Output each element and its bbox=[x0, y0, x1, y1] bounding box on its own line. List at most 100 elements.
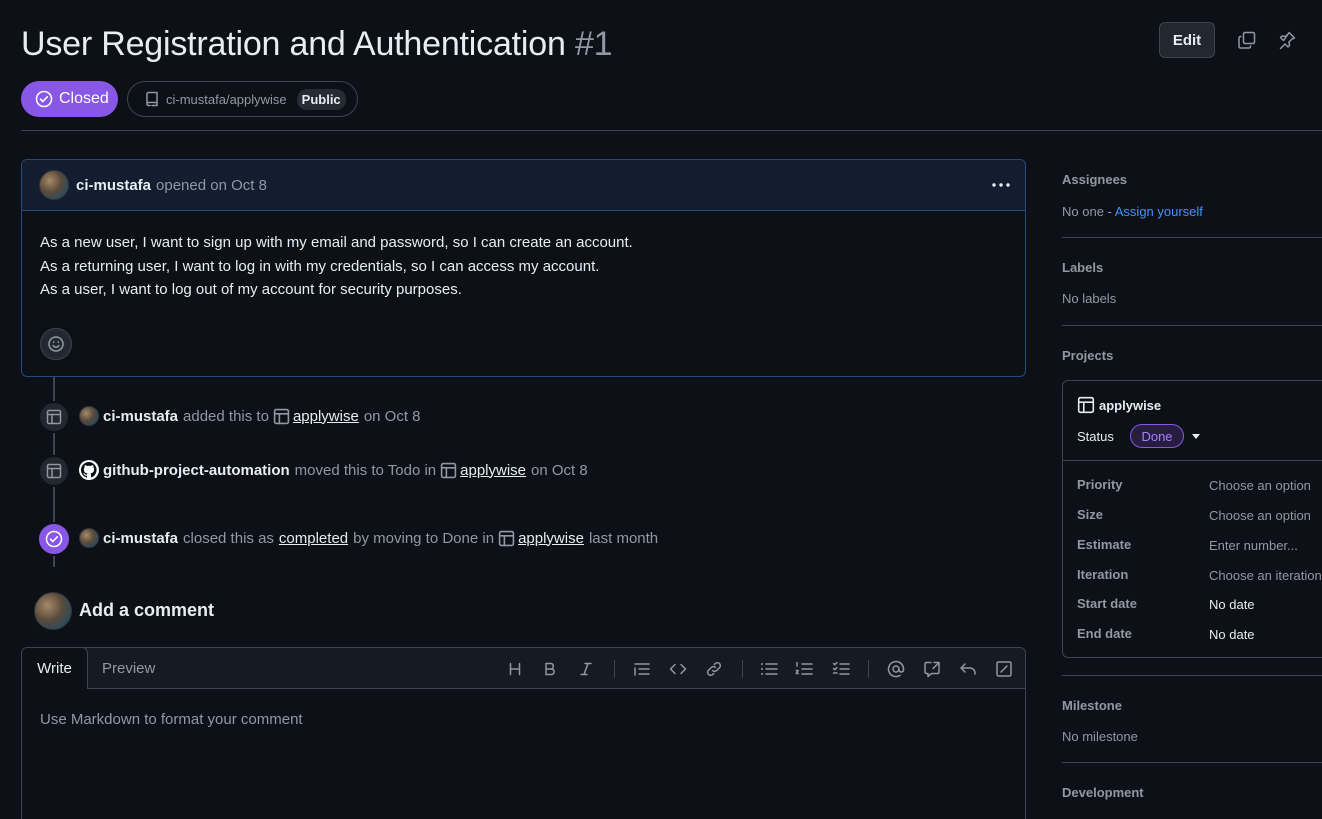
project-name[interactable]: applywise bbox=[1077, 396, 1161, 414]
avatar[interactable] bbox=[39, 170, 69, 200]
field-label: End date bbox=[1077, 626, 1132, 641]
link-icon[interactable] bbox=[704, 659, 724, 679]
field-label: Iteration bbox=[1077, 567, 1129, 582]
labels-heading[interactable]: Labels bbox=[1062, 260, 1103, 275]
status-label: Status bbox=[1077, 429, 1114, 444]
issue-title-text: User Registration and Authentication bbox=[21, 25, 566, 63]
event-text: closed this as bbox=[183, 529, 274, 547]
pin-icon[interactable] bbox=[1276, 29, 1298, 51]
slash-command-icon[interactable] bbox=[994, 659, 1014, 679]
closed-check-icon bbox=[35, 90, 53, 108]
field-label: Start date bbox=[1077, 596, 1137, 611]
unordered-list-icon[interactable] bbox=[759, 659, 779, 679]
timeline-event: ci-mustafa closed this as completed by m… bbox=[79, 528, 658, 548]
event-actor[interactable]: ci-mustafa bbox=[103, 530, 178, 547]
event-text: moved this to Todo in bbox=[294, 461, 437, 479]
add-comment-heading: Add a comment bbox=[79, 600, 215, 620]
labels-value: No labels bbox=[1062, 291, 1117, 306]
comment-line: As a returning user, I want to log in wi… bbox=[40, 257, 600, 275]
sidebar-divider bbox=[1062, 237, 1322, 238]
sidebar-divider bbox=[1062, 325, 1322, 326]
mention-icon[interactable] bbox=[886, 659, 906, 679]
event-time: on Oct 8 bbox=[363, 407, 421, 425]
more-options-icon[interactable] bbox=[1314, 29, 1322, 51]
visibility-badge: Public bbox=[296, 88, 346, 110]
repo-name: ci-mustafa/applywise bbox=[166, 91, 287, 107]
bold-icon[interactable] bbox=[540, 659, 560, 679]
milestone-value: No milestone bbox=[1062, 729, 1138, 744]
reply-icon[interactable] bbox=[958, 659, 978, 679]
issue-body-comment: ci-mustafa opened on Oct 8 As a new user… bbox=[21, 159, 1026, 377]
editor-toolbar: Write Preview bbox=[22, 648, 1025, 689]
comment-line: As a user, I want to log out of my accou… bbox=[40, 281, 462, 298]
field-label: Size bbox=[1077, 507, 1104, 522]
sidebar-divider bbox=[1062, 675, 1322, 676]
field-value[interactable]: Enter number... bbox=[1209, 538, 1298, 553]
copy-icon[interactable] bbox=[1236, 29, 1258, 51]
field-value[interactable]: No date bbox=[1209, 597, 1255, 612]
event-text: by moving to Done in bbox=[353, 529, 495, 547]
project-link[interactable]: applywise bbox=[293, 408, 359, 425]
sidebar-divider bbox=[1062, 762, 1322, 763]
edit-button[interactable]: Edit bbox=[1159, 22, 1215, 58]
italic-icon[interactable] bbox=[576, 659, 596, 679]
comment-body: As a new user, I want to sign up with my… bbox=[22, 211, 1025, 302]
field-label: Estimate bbox=[1077, 537, 1132, 552]
code-icon[interactable] bbox=[668, 659, 688, 679]
cross-reference-icon[interactable] bbox=[922, 659, 942, 679]
completed-link[interactable]: completed bbox=[279, 530, 348, 547]
quote-icon[interactable] bbox=[632, 659, 652, 679]
assignees-value: No one - Assign yourself bbox=[1062, 204, 1203, 219]
avatar[interactable] bbox=[34, 592, 72, 630]
event-time: last month bbox=[588, 529, 659, 547]
ordered-list-icon[interactable] bbox=[794, 659, 814, 679]
timeline-event: github-project-automation moved this to … bbox=[79, 460, 588, 480]
issue-title: User Registration and Authentication #1 bbox=[21, 25, 613, 64]
project-name-text: applywise bbox=[1099, 397, 1162, 413]
field-value[interactable]: Choose an iteration bbox=[1209, 568, 1322, 583]
project-table-icon bbox=[273, 408, 290, 425]
project-table-icon bbox=[498, 530, 515, 547]
project-table-icon bbox=[440, 462, 457, 479]
field-value[interactable]: Choose an option bbox=[1209, 508, 1311, 523]
header-divider bbox=[21, 130, 1322, 131]
toolbar-divider bbox=[614, 660, 615, 678]
issue-state-badge: Closed bbox=[21, 81, 118, 117]
project-table-icon bbox=[1077, 396, 1095, 414]
development-heading[interactable]: Development bbox=[1062, 785, 1144, 800]
comment-input[interactable]: Use Markdown to format your comment bbox=[22, 689, 1025, 750]
project-table-icon bbox=[38, 455, 70, 487]
comment-author[interactable]: ci-mustafa bbox=[76, 177, 151, 194]
github-logo-icon[interactable] bbox=[79, 460, 99, 480]
toolbar-divider bbox=[868, 660, 869, 678]
event-text: added this to bbox=[183, 407, 269, 425]
project-link[interactable]: applywise bbox=[460, 462, 526, 479]
comment-line: As a new user, I want to sign up with my… bbox=[40, 234, 633, 251]
project-card: applywise Status Done Priority Choose an… bbox=[1062, 380, 1322, 658]
avatar[interactable] bbox=[79, 406, 99, 426]
comment-options-icon[interactable] bbox=[991, 178, 1011, 192]
comment-header: ci-mustafa opened on Oct 8 bbox=[22, 160, 1025, 211]
event-actor[interactable]: ci-mustafa bbox=[103, 408, 178, 425]
repo-pill[interactable]: ci-mustafa/applywise Public bbox=[127, 81, 358, 117]
add-reaction-button[interactable] bbox=[40, 328, 72, 360]
status-badge[interactable]: Done bbox=[1130, 424, 1184, 448]
event-actor[interactable]: github-project-automation bbox=[103, 462, 290, 479]
assignees-heading[interactable]: Assignees bbox=[1062, 172, 1127, 187]
task-list-icon[interactable] bbox=[831, 659, 851, 679]
assign-yourself-link[interactable]: Assign yourself bbox=[1115, 204, 1203, 219]
avatar[interactable] bbox=[79, 528, 99, 548]
comment-editor: Write Preview Use Markdown to format you… bbox=[21, 647, 1026, 819]
tab-write[interactable]: Write bbox=[22, 648, 88, 689]
repo-icon bbox=[144, 91, 160, 107]
chevron-down-icon[interactable] bbox=[1192, 434, 1200, 439]
comment-meta: opened on Oct 8 bbox=[156, 176, 267, 194]
projects-heading[interactable]: Projects bbox=[1062, 348, 1113, 363]
heading-icon[interactable] bbox=[505, 659, 525, 679]
milestone-heading[interactable]: Milestone bbox=[1062, 698, 1122, 713]
tab-preview[interactable]: Preview bbox=[102, 660, 155, 677]
project-table-icon bbox=[38, 401, 70, 433]
project-link[interactable]: applywise bbox=[518, 530, 584, 547]
field-value[interactable]: No date bbox=[1209, 627, 1255, 642]
field-value[interactable]: Choose an option bbox=[1209, 478, 1311, 493]
